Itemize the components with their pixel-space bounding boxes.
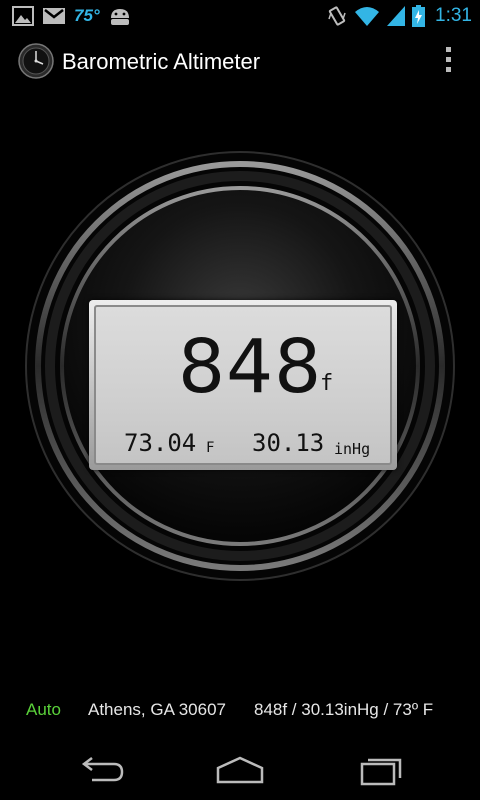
status-bar: 75° 1:31 (0, 0, 480, 33)
wifi-icon (355, 7, 380, 26)
app-clock-icon[interactable] (18, 43, 54, 79)
location-label: Athens, GA 30607 (88, 700, 226, 719)
notification-icons: 75° (12, 5, 132, 27)
signal-icon (387, 6, 406, 26)
gallery-icon (12, 6, 34, 26)
temperature-unit: F (206, 440, 215, 456)
lcd-display: 848 f 73.04 F 30.13 inHg (94, 305, 392, 465)
app-title: Barometric Altimeter (62, 49, 261, 74)
weather-temperature: 75° (74, 6, 100, 25)
recents-icon[interactable] (352, 752, 408, 788)
altitude-unit: f (320, 371, 334, 396)
action-bar: Barometric Altimeter (0, 33, 480, 91)
back-icon[interactable] (72, 752, 128, 788)
overflow-menu-icon[interactable] (444, 47, 452, 77)
home-icon[interactable] (212, 752, 268, 788)
mode-label[interactable]: Auto (26, 700, 61, 720)
android-icon (110, 9, 129, 25)
navigation-bar (0, 738, 480, 800)
vibrate-icon (328, 6, 346, 26)
info-bar: Auto Athens, GA 30607 848f / 30.13inHg /… (0, 698, 480, 724)
altitude-value: 848 (178, 324, 323, 410)
gmail-icon (43, 8, 65, 24)
system-icons: 1:31 (326, 4, 472, 28)
battery-icon (412, 5, 426, 27)
status-clock: 1:31 (435, 5, 472, 26)
pressure-value: 30.13 (252, 429, 325, 457)
readings-summary: 848f / 30.13inHg / 73º F (254, 700, 434, 719)
pressure-unit: inHg (334, 440, 371, 458)
temperature-value: 73.04 (124, 429, 197, 457)
